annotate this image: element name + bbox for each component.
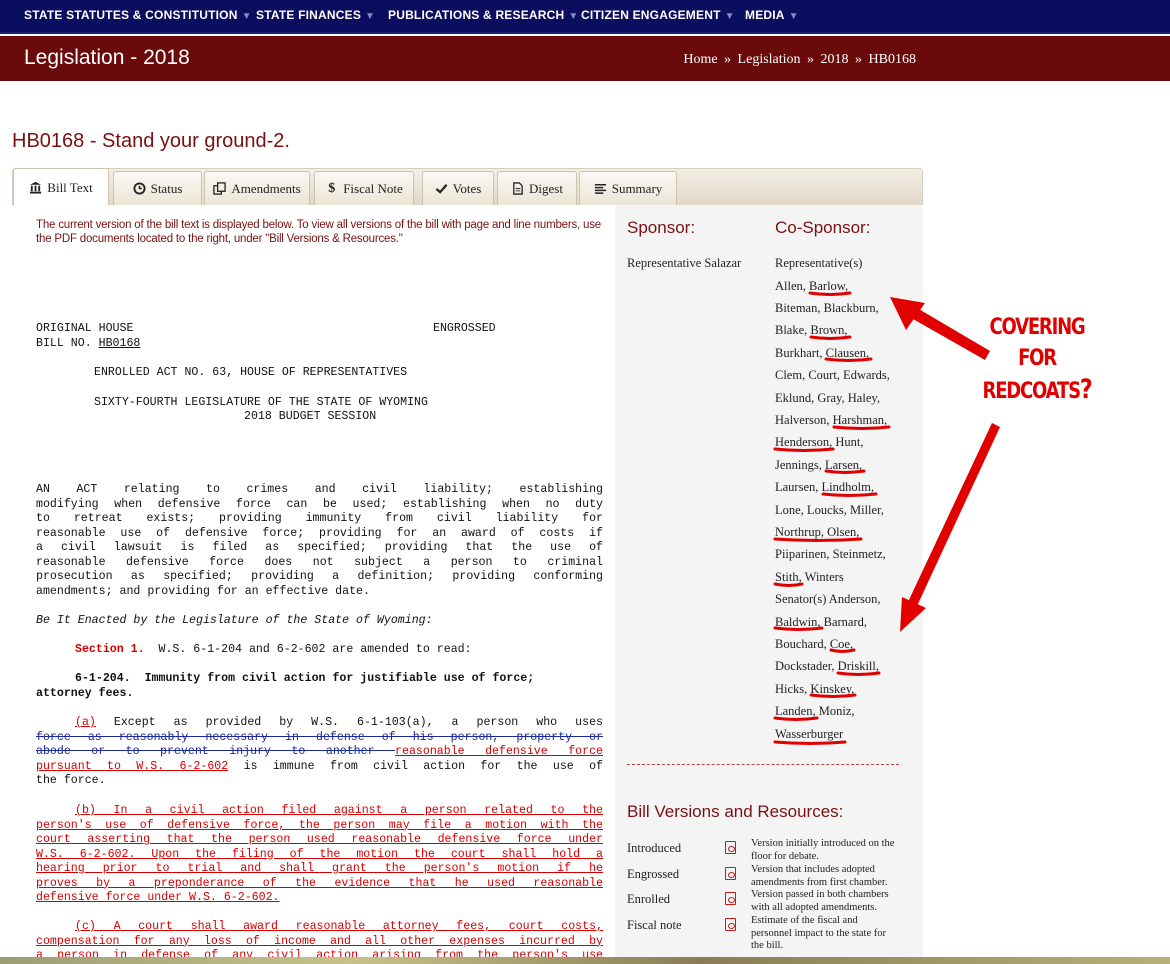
name-underlines [773,291,891,745]
annotation-line: FOR [1018,346,1057,371]
annotation-text: COVERING FOR REDCOATS? [976,312,1099,407]
annotation-word: REDCOATS [982,379,1082,404]
annotation-line: REDCOATS? [976,374,1099,407]
annotation-line: COVERING [989,315,1085,340]
annotation-overlay [773,291,1000,745]
question-mark: ? [1079,374,1093,405]
taskbar-edge [0,957,1170,964]
